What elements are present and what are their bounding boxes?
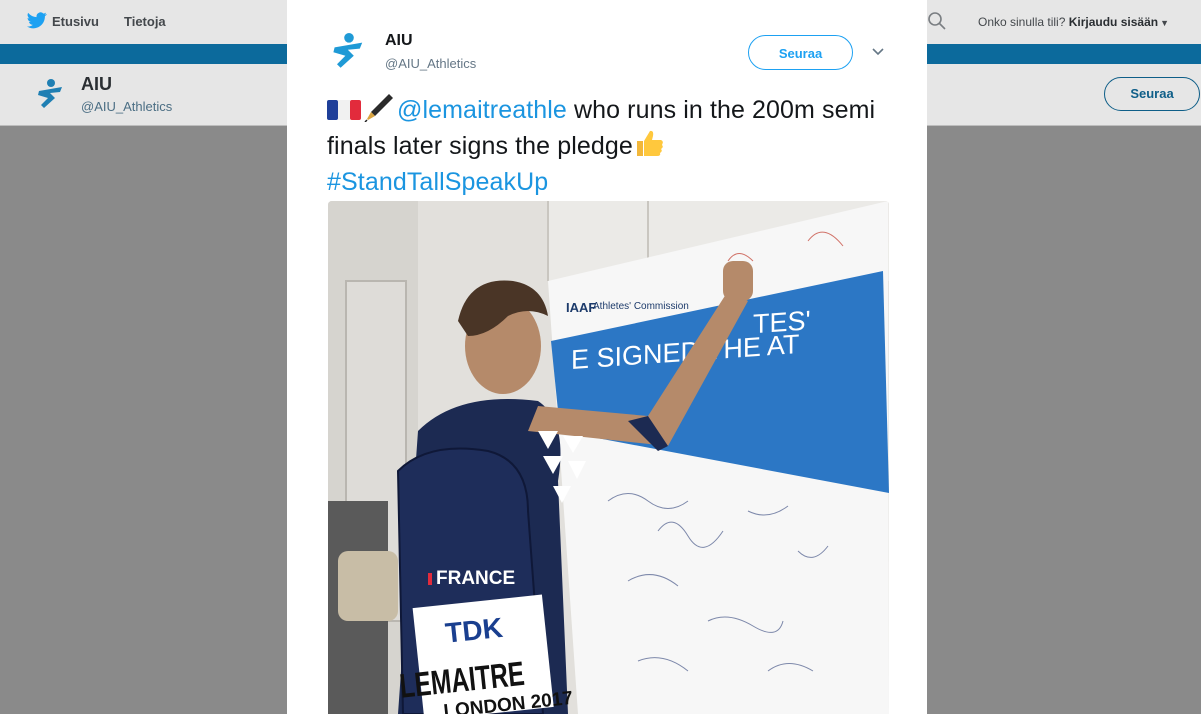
author-handle[interactable]: @AIU_Athletics: [385, 56, 476, 71]
login-question: Onko sinulla tili?: [978, 15, 1066, 29]
caret-down-icon[interactable]: ▼: [1160, 18, 1169, 28]
profile-handle[interactable]: @AIU_Athletics: [81, 99, 172, 114]
search-icon[interactable]: [926, 10, 948, 32]
bag-country: FRANCE: [436, 568, 515, 589]
login-link[interactable]: Kirjaudu sisään: [1069, 15, 1158, 29]
nav-home[interactable]: Etusivu: [52, 14, 99, 29]
bib-sponsor: TDK: [444, 612, 504, 649]
nav-about[interactable]: Tietoja: [124, 14, 166, 29]
twitter-bird-icon[interactable]: [27, 12, 47, 29]
tweet-photo[interactable]: E SIGNED THE AT TES' IAAF Athletes' Comm…: [328, 201, 889, 714]
chevron-down-icon[interactable]: [871, 47, 885, 57]
thumbs-up-emoji: [636, 130, 663, 156]
author-name[interactable]: AIU: [385, 32, 413, 50]
login-prompt: Onko sinulla tili? Kirjaudu sisään ▼: [978, 15, 1169, 29]
hashtag-link[interactable]: #StandTallSpeakUp: [327, 168, 548, 196]
profile-name: AIU: [81, 74, 112, 94]
tweet-modal: AIU @AIU_Athletics Seuraa @lemaitreathle…: [287, 0, 927, 714]
board-org: Athletes' Commission: [593, 301, 689, 312]
profile-follow-button[interactable]: Seuraa: [1104, 77, 1200, 111]
board-heading-end: TES': [753, 305, 811, 339]
pen-emoji: [364, 94, 393, 122]
aiu-logo-icon[interactable]: [331, 31, 367, 71]
board-brand: IAAF: [566, 300, 596, 315]
follow-button[interactable]: Seuraa: [748, 35, 853, 70]
tweet-text: @lemaitreathle who runs in the 200m semi…: [327, 92, 897, 200]
mention-link[interactable]: @lemaitreathle: [397, 96, 567, 124]
photo-scene: E SIGNED THE AT TES' IAAF Athletes' Comm…: [328, 201, 889, 714]
aiu-logo-icon: [38, 79, 62, 108]
france-flag-emoji: [327, 100, 361, 120]
